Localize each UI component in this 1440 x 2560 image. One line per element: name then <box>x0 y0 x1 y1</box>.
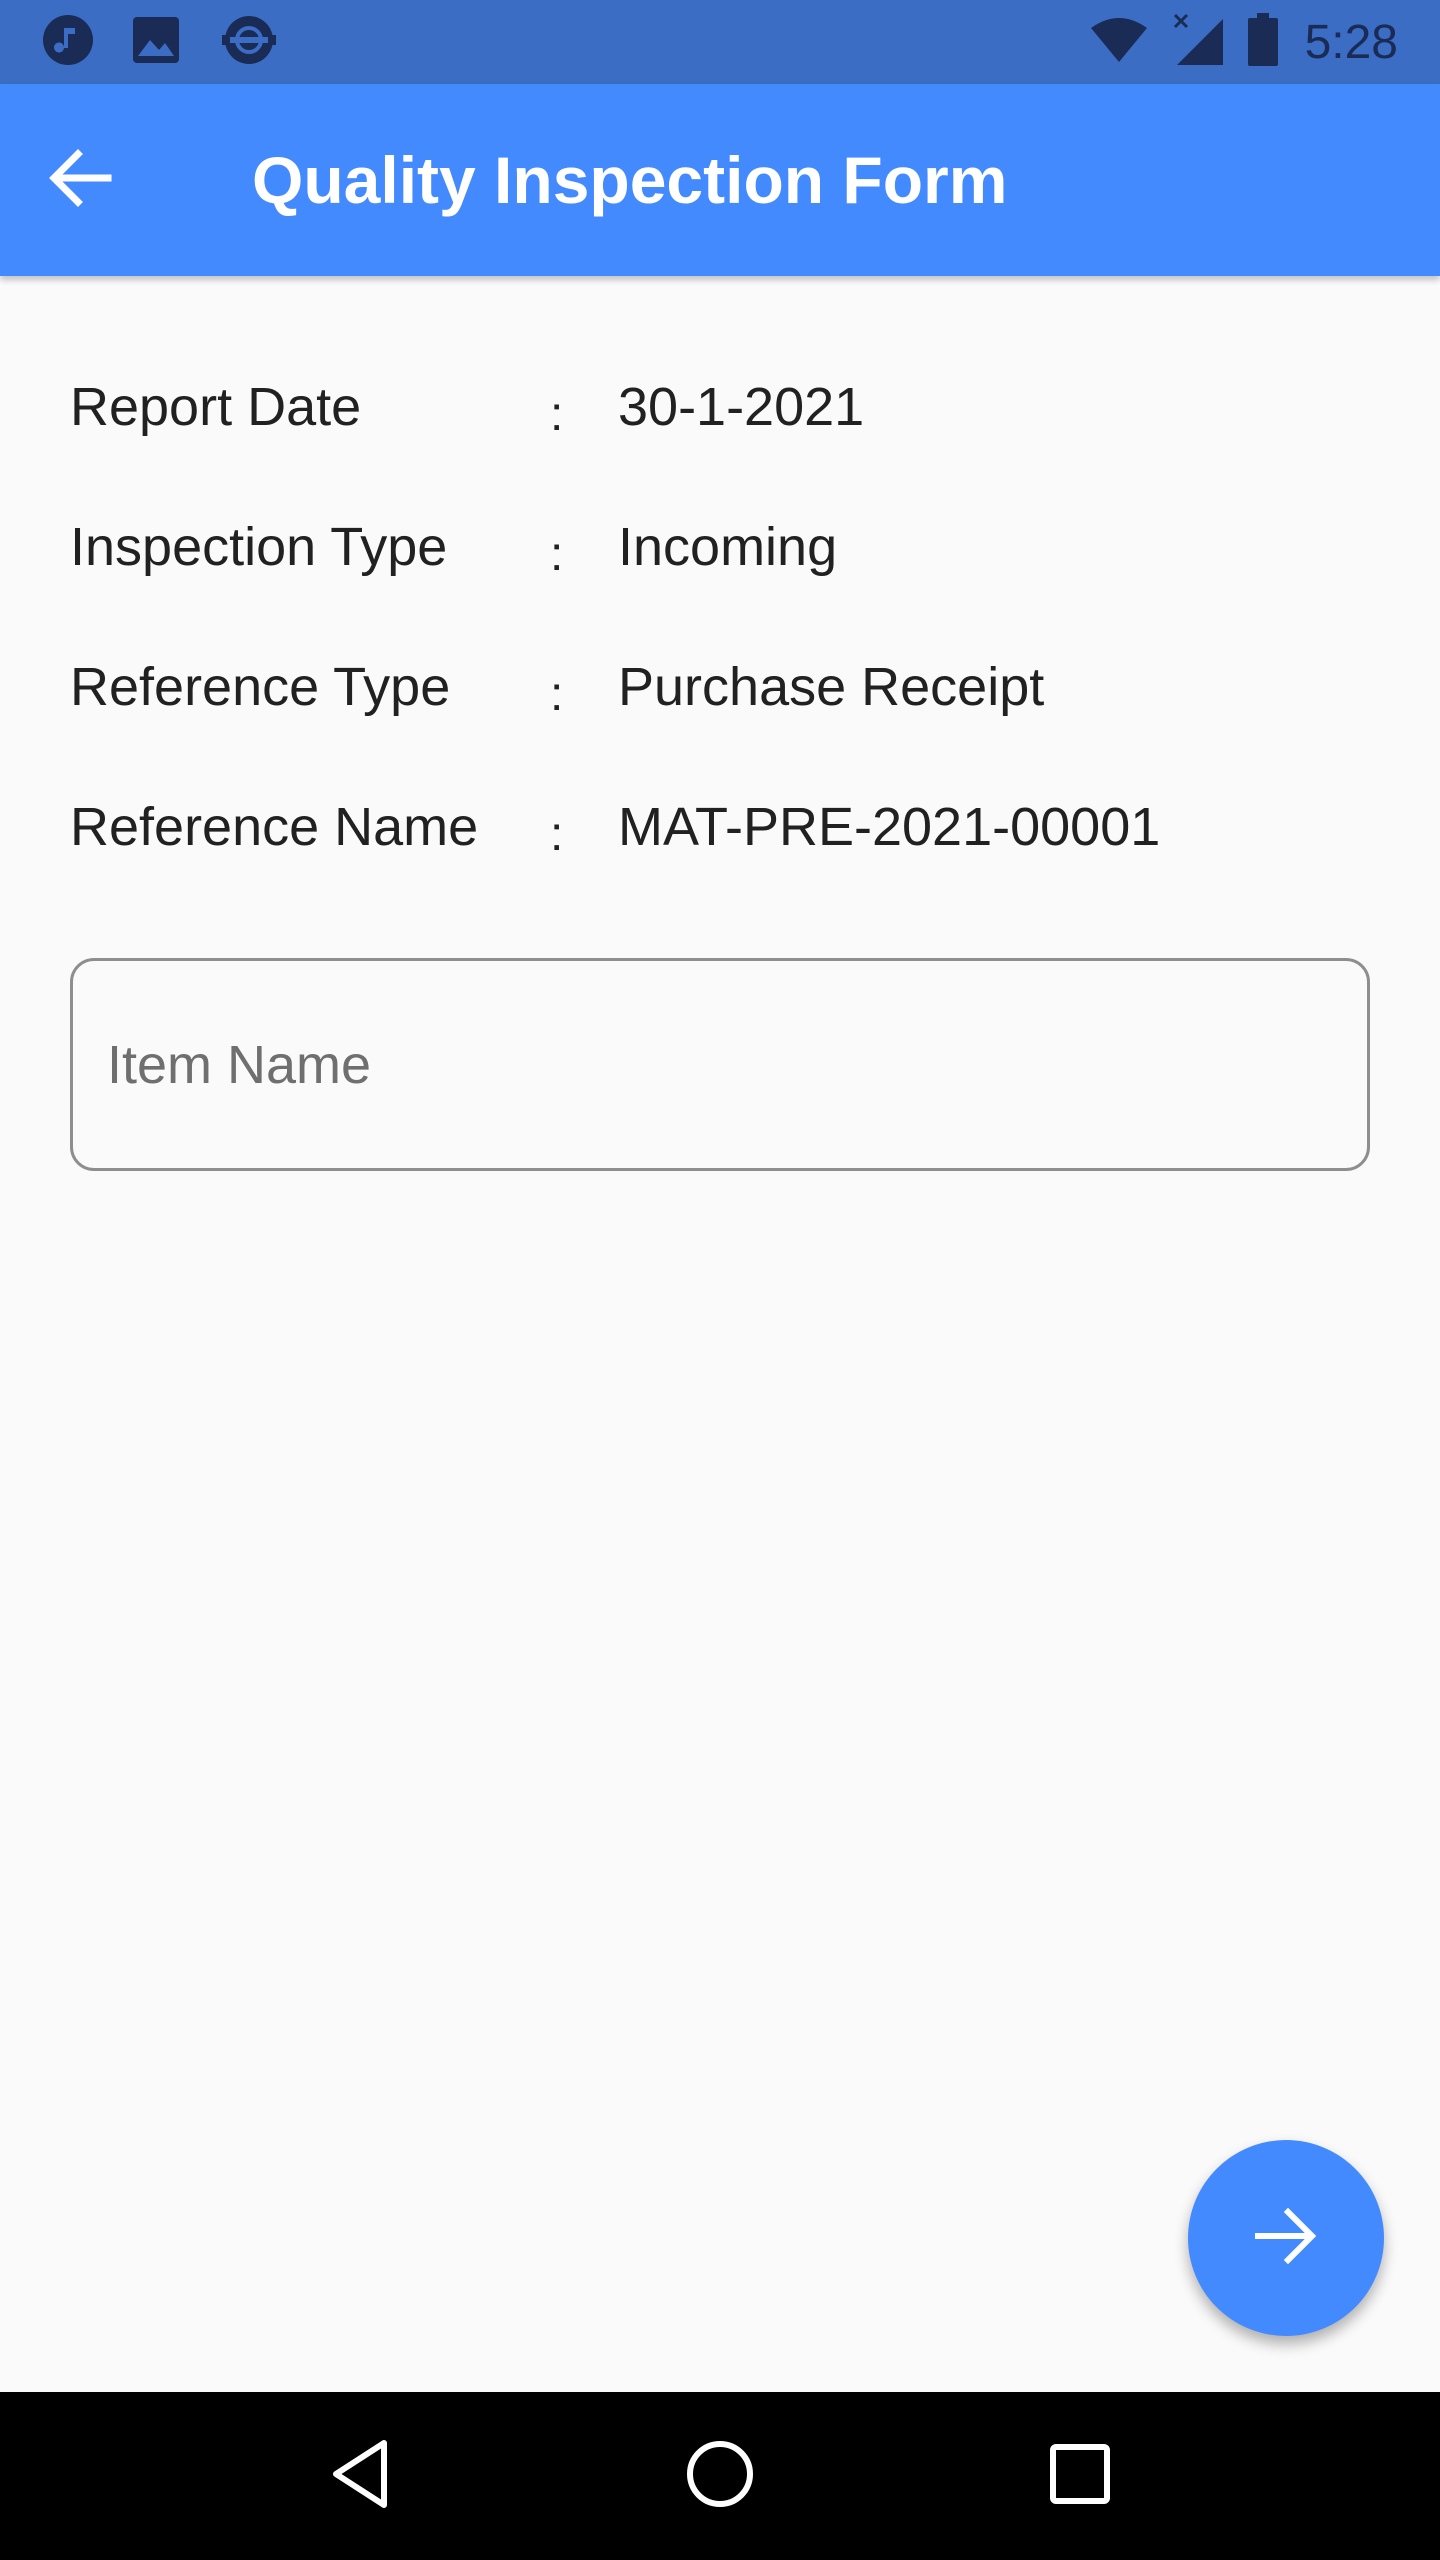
nav-recents-button[interactable] <box>1010 2406 1150 2546</box>
detail-label: Inspection Type <box>70 517 448 577</box>
detail-label: Reference Name <box>70 797 479 857</box>
home-circle-icon <box>685 2439 755 2514</box>
back-button[interactable] <box>0 84 160 276</box>
recents-square-icon <box>1049 2443 1111 2510</box>
system-nav-bar <box>0 2392 1440 2560</box>
nav-back-button[interactable] <box>290 2406 430 2546</box>
image-notification-icon <box>132 16 180 69</box>
arrow-back-icon <box>48 148 112 212</box>
detail-row-reference-type: Reference Type : Purchase Receipt <box>70 642 1370 732</box>
detail-separator: : <box>550 667 564 721</box>
item-name-input[interactable] <box>70 958 1370 1171</box>
detail-row-reference-name: Reference Name : MAT-PRE-2021-00001 <box>70 782 1370 872</box>
wifi-icon <box>1089 16 1149 69</box>
status-bar: 5:28 <box>0 0 1440 84</box>
detail-separator: : <box>550 807 564 861</box>
detail-value: Incoming <box>618 517 838 577</box>
detail-separator: : <box>550 387 564 441</box>
detail-row-inspection-type: Inspection Type : Incoming <box>70 502 1370 592</box>
detail-label: Reference Type <box>70 657 451 717</box>
status-system: 5:28 <box>1067 12 1398 72</box>
detail-separator: : <box>550 527 564 581</box>
app-bar: Quality Inspection Form <box>0 84 1440 276</box>
music-notification-icon <box>42 14 94 71</box>
detail-value: 30-1-2021 <box>618 377 865 437</box>
detail-label: Report Date <box>70 377 362 437</box>
clock: 5:28 <box>1304 15 1398 69</box>
next-button[interactable] <box>1188 2140 1384 2336</box>
sync-notification-icon <box>218 14 280 71</box>
nav-home-button[interactable] <box>650 2406 790 2546</box>
cell-signal-icon <box>1171 13 1225 72</box>
detail-row-report-date: Report Date : 30-1-2021 <box>70 362 1370 452</box>
back-triangle-icon <box>330 2439 390 2514</box>
detail-value: MAT-PRE-2021-00001 <box>618 797 1161 857</box>
battery-icon <box>1247 12 1279 72</box>
page-title: Quality Inspection Form <box>252 143 1008 217</box>
detail-value: Purchase Receipt <box>618 657 1045 717</box>
status-notifications <box>42 14 318 71</box>
arrow-forward-icon <box>1254 2207 1318 2270</box>
